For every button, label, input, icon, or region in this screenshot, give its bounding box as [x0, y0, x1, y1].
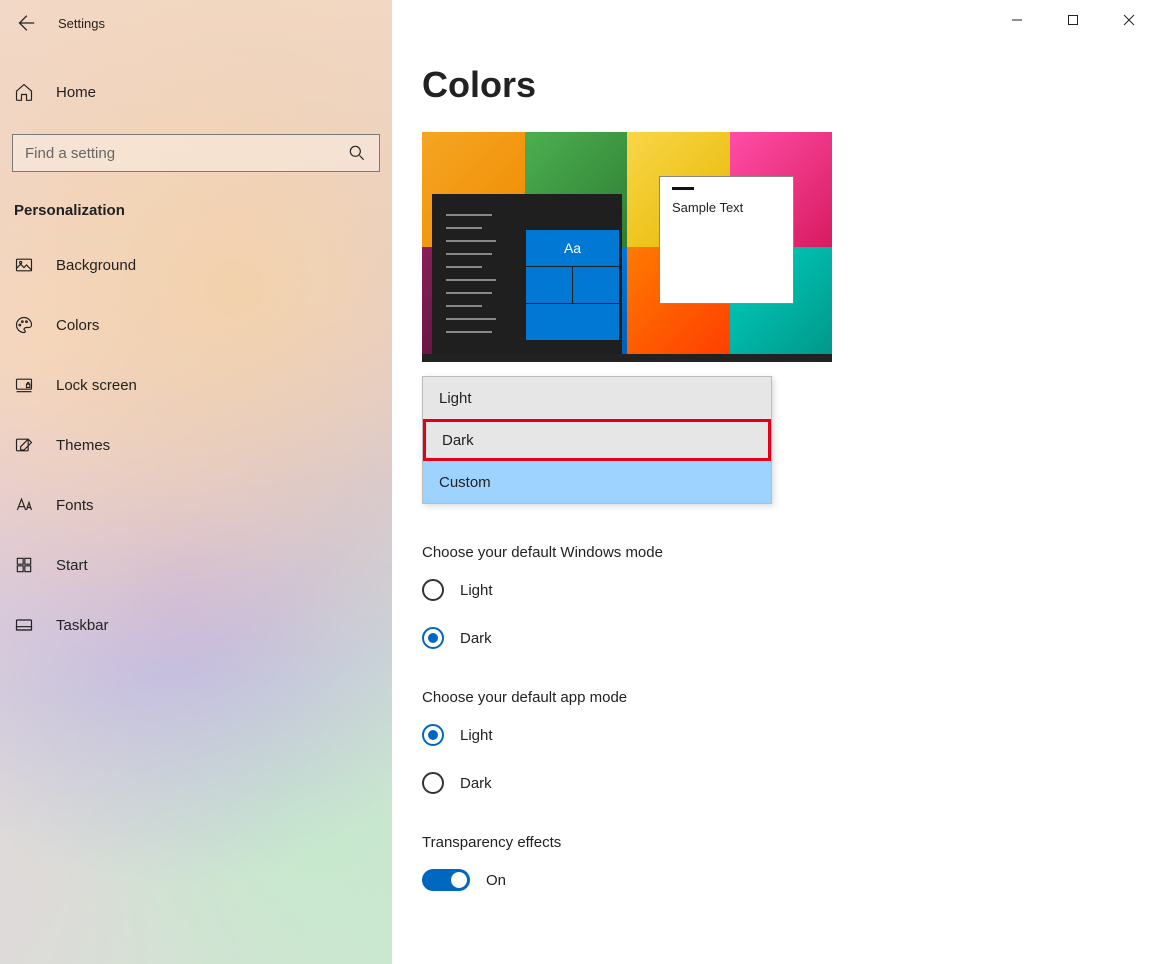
sidebar-item-label: Themes	[56, 437, 110, 454]
transparency-toggle[interactable]	[422, 869, 470, 891]
sidebar: Settings Home Personalization Background…	[0, 0, 392, 964]
app-mode-title: Choose your default app mode	[422, 689, 1157, 706]
sidebar-item-home[interactable]: Home	[0, 68, 392, 116]
fonts-icon	[14, 495, 34, 515]
window-controls	[989, 0, 1157, 40]
radio-label: Light	[460, 582, 493, 599]
windows-mode-title: Choose your default Windows mode	[422, 544, 1157, 561]
choose-color-dropdown[interactable]: Light Dark Custom	[422, 376, 772, 504]
themes-icon	[14, 435, 34, 455]
windows-mode-light[interactable]: Light	[422, 579, 1157, 601]
picture-icon	[14, 255, 34, 275]
sidebar-item-label: Background	[56, 257, 136, 274]
dropdown-option-light[interactable]: Light	[423, 377, 771, 419]
preview-tile-aa: Aa	[526, 230, 619, 266]
start-icon	[14, 555, 34, 575]
page-title: Colors	[422, 64, 1157, 106]
radio-label: Dark	[460, 630, 492, 647]
color-preview: Aa Sample Text	[422, 132, 832, 362]
main-content: Colors Aa	[392, 0, 1157, 964]
search-field[interactable]	[25, 145, 347, 162]
sidebar-item-fonts[interactable]: Fonts	[0, 481, 392, 529]
sidebar-item-label: Lock screen	[56, 377, 137, 394]
app-mode-light[interactable]: Light	[422, 724, 1157, 746]
preview-sample-text: Sample Text	[672, 200, 781, 215]
search-icon	[347, 143, 367, 163]
sidebar-item-label: Start	[56, 557, 88, 574]
palette-icon	[14, 315, 34, 335]
sidebar-item-label: Taskbar	[56, 617, 109, 634]
sidebar-item-label: Fonts	[56, 497, 94, 514]
sidebar-item-lockscreen[interactable]: Lock screen	[0, 361, 392, 409]
radio-icon	[422, 724, 444, 746]
taskbar-icon	[14, 615, 34, 635]
dropdown-option-dark[interactable]: Dark	[423, 419, 771, 461]
radio-label: Dark	[460, 775, 492, 792]
sidebar-nav: Background Colors Lock screen Themes Fon…	[0, 241, 392, 649]
preview-sample-window: Sample Text	[659, 176, 794, 304]
back-button[interactable]	[14, 12, 36, 34]
home-icon	[14, 82, 34, 102]
sidebar-item-themes[interactable]: Themes	[0, 421, 392, 469]
radio-label: Light	[460, 727, 493, 744]
sidebar-item-start[interactable]: Start	[0, 541, 392, 589]
arrow-left-icon	[14, 12, 36, 34]
maximize-button[interactable]	[1045, 0, 1101, 40]
sidebar-item-background[interactable]: Background	[0, 241, 392, 289]
radio-icon	[422, 627, 444, 649]
app-mode-dark[interactable]: Dark	[422, 772, 1157, 794]
close-button[interactable]	[1101, 0, 1157, 40]
dropdown-option-custom[interactable]: Custom	[423, 461, 771, 503]
sidebar-section-title: Personalization	[14, 202, 392, 219]
radio-icon	[422, 772, 444, 794]
sidebar-item-colors[interactable]: Colors	[0, 301, 392, 349]
home-label: Home	[56, 84, 96, 101]
app-title: Settings	[58, 16, 105, 31]
transparency-state-label: On	[486, 872, 506, 889]
search-input[interactable]	[12, 134, 380, 172]
sidebar-item-label: Colors	[56, 317, 99, 334]
preview-startmenu: Aa	[432, 194, 622, 354]
minimize-button[interactable]	[989, 0, 1045, 40]
preview-taskbar	[422, 354, 832, 362]
radio-icon	[422, 579, 444, 601]
sidebar-item-taskbar[interactable]: Taskbar	[0, 601, 392, 649]
windows-mode-dark[interactable]: Dark	[422, 627, 1157, 649]
lockscreen-icon	[14, 375, 34, 395]
transparency-title: Transparency effects	[422, 834, 1157, 851]
